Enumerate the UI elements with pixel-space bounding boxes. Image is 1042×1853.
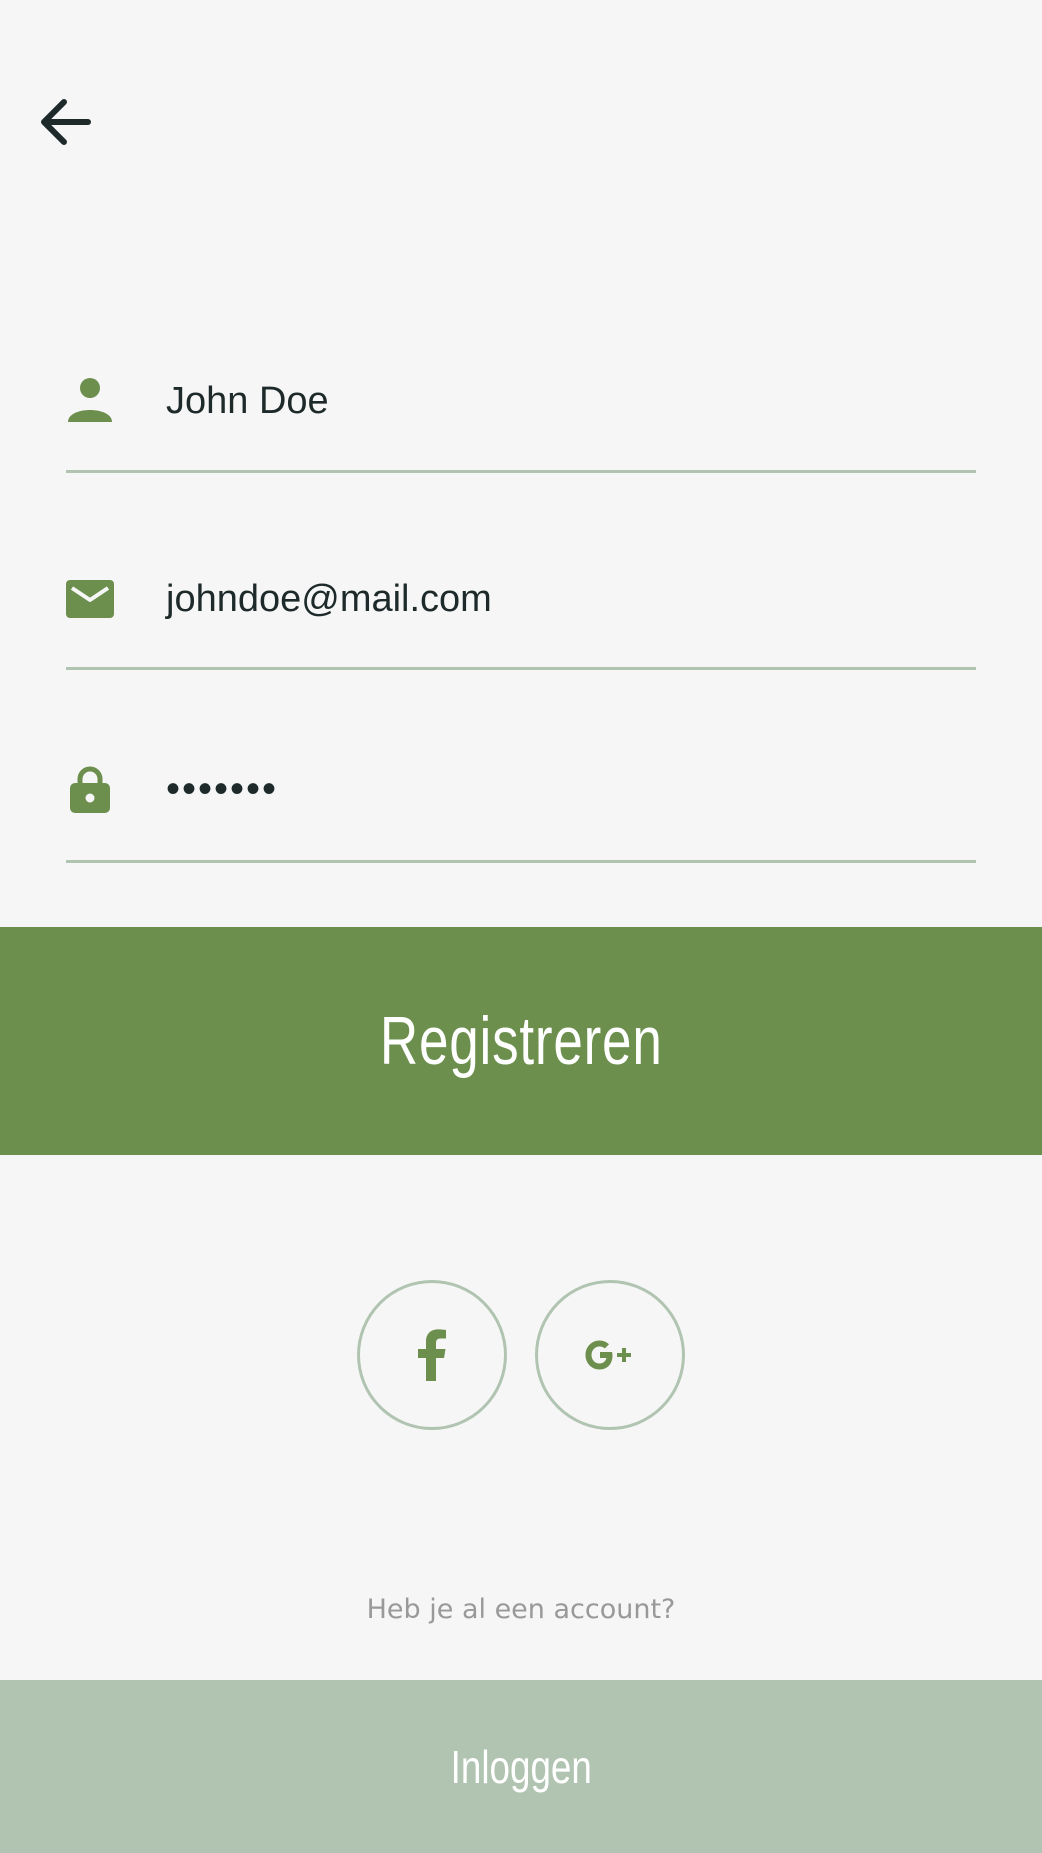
login-button-label: Inloggen [450,1740,592,1793]
name-field[interactable]: John Doe [66,340,976,473]
mail-icon [66,580,114,618]
password-field[interactable]: ••••••• [66,735,976,863]
password-input[interactable]: ••••••• [166,767,976,812]
email-input[interactable]: johndoe@mail.com [166,578,976,621]
register-button-label: Registreren [379,1003,663,1079]
lock-icon [70,766,110,813]
person-icon [68,378,112,422]
name-input[interactable]: John Doe [166,380,976,423]
facebook-login-button[interactable] [357,1280,507,1430]
back-button[interactable] [38,96,96,148]
have-account-text: Heb je al een account? [366,1594,676,1625]
arrow-left-icon [41,99,91,145]
google-plus-login-button[interactable] [535,1280,685,1430]
register-button[interactable]: Registreren [0,927,1042,1155]
login-button[interactable]: Inloggen [0,1680,1042,1853]
google-plus-icon [585,1340,631,1370]
facebook-icon [418,1329,446,1381]
email-field[interactable]: johndoe@mail.com [66,540,976,670]
